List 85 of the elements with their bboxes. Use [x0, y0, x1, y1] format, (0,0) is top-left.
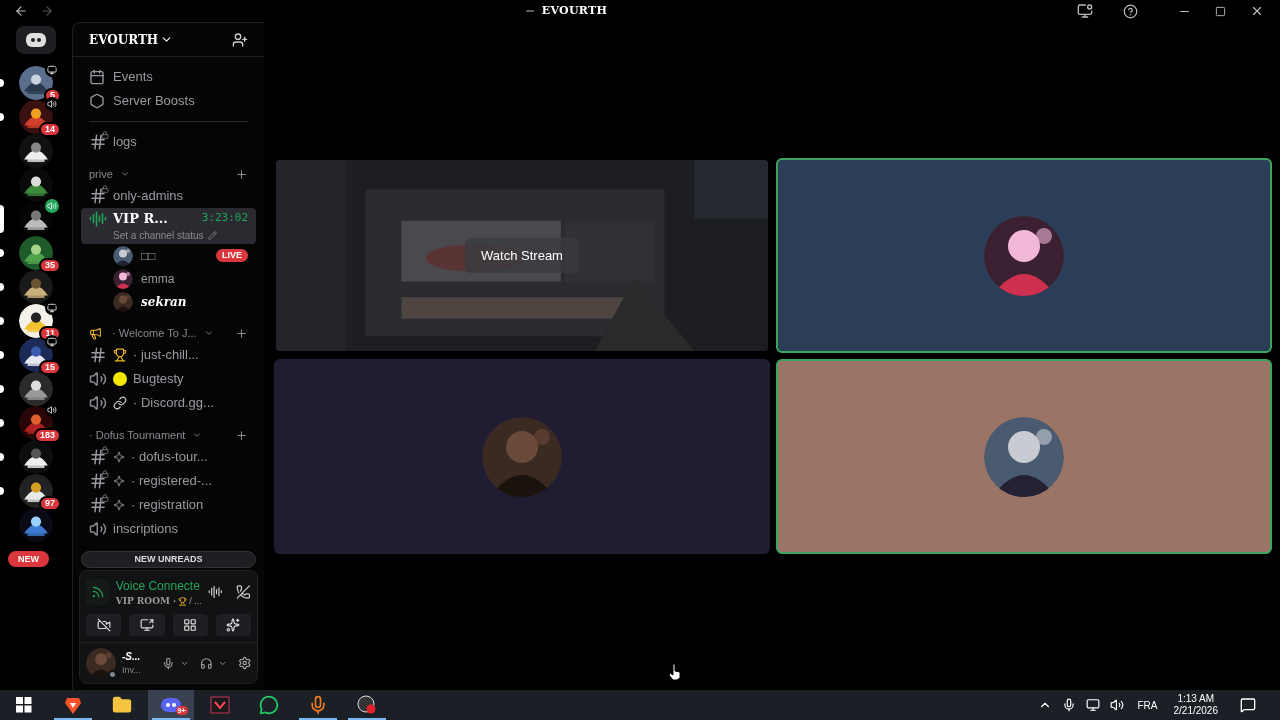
user-name[interactable]: -S... — [122, 648, 156, 664]
maximize-icon[interactable] — [1215, 5, 1226, 17]
screen-record-icon[interactable] — [1077, 3, 1093, 19]
network-icon[interactable] — [1085, 698, 1100, 712]
headphones-icon[interactable] — [199, 655, 213, 671]
grid-icon — [183, 618, 198, 632]
channel-item[interactable]: only-admins — [81, 184, 256, 208]
megaphone-icon — [89, 326, 102, 340]
channel-status[interactable]: Set a channel status — [113, 228, 204, 244]
boost-icon — [89, 93, 105, 109]
participant-tile[interactable] — [776, 158, 1272, 353]
voice-status[interactable]: Voice Connecte — [115, 576, 202, 595]
settings-icon[interactable] — [237, 655, 251, 671]
folder-icon — [111, 695, 132, 715]
sparkles-icon — [226, 618, 241, 632]
language-indicator[interactable]: FRA — [1137, 697, 1158, 713]
record-icon — [356, 695, 377, 715]
disconnect-icon[interactable] — [236, 584, 251, 601]
voice-channel[interactable]: VIP R... 3:23:02 Set a channel status — [81, 208, 256, 244]
channel-item[interactable]: · registration — [81, 493, 256, 517]
forward-icon[interactable] — [40, 4, 54, 18]
back-icon[interactable] — [14, 4, 28, 18]
voice-room-suffix: / ... — [189, 594, 202, 608]
circle-emoji-icon — [113, 372, 127, 386]
live-badge: LIVE — [216, 249, 248, 262]
screen-share-button[interactable] — [129, 614, 165, 636]
link-icon — [113, 396, 127, 410]
calendar-icon — [89, 69, 105, 85]
add-channel-icon[interactable] — [235, 167, 248, 181]
sidebar-link[interactable]: Server Boosts — [81, 89, 256, 113]
close-icon[interactable] — [1250, 4, 1264, 18]
server-name[interactable]: EVOURTH — [89, 30, 159, 49]
channel-item[interactable]: · just-chill... — [81, 343, 256, 367]
sparkle-icon — [113, 475, 125, 487]
activities-button[interactable] — [172, 614, 208, 636]
clock-date[interactable]: 2/21/2026 — [1173, 705, 1218, 717]
v-logo-icon — [209, 695, 230, 715]
voice-channel[interactable]: inscriptions — [81, 517, 256, 541]
signal-icon — [90, 585, 105, 600]
stream-tile[interactable]: Watch Stream — [274, 158, 770, 353]
window-title: EVOURTH — [541, 2, 608, 19]
category-header[interactable]: · Welcome To J... — [112, 324, 197, 342]
voice-user-name[interactable]: □□ — [141, 246, 156, 265]
chat-bubble-icon — [258, 695, 279, 715]
discord-home-button[interactable] — [16, 26, 56, 54]
help-icon[interactable] — [1123, 3, 1138, 19]
notifications-icon[interactable] — [1240, 697, 1256, 713]
microphone-icon[interactable] — [1061, 698, 1076, 712]
trophy-icon — [113, 348, 127, 362]
windows-logo-icon — [16, 697, 32, 713]
add-channel-icon[interactable] — [235, 428, 248, 442]
voice-channel[interactable]: · Discord.gg... — [81, 391, 256, 415]
user-status: Inv... — [122, 663, 142, 677]
sparkle-icon — [113, 499, 125, 511]
call-timer: 3:23:02 — [201, 210, 248, 227]
volume-icon[interactable] — [1109, 698, 1124, 712]
voice-channel[interactable]: Bugtesty — [81, 367, 256, 391]
trophy-icon — [178, 596, 188, 606]
new-badge: NEW — [8, 551, 49, 567]
hand-cursor-icon — [668, 663, 682, 681]
invite-icon[interactable] — [232, 31, 248, 48]
category-header[interactable]: prive — [89, 165, 113, 183]
discord-logo-icon — [25, 32, 47, 48]
camera-off-icon — [96, 618, 111, 632]
clock-time[interactable]: 1:13 AM — [1177, 693, 1215, 705]
sidebar-link[interactable]: Events — [81, 65, 256, 89]
screen-share-icon — [139, 618, 154, 632]
lion-shield-icon — [62, 695, 83, 715]
participant-tile[interactable] — [274, 359, 770, 554]
soundboard-button[interactable] — [215, 614, 251, 636]
noise-suppression-icon[interactable] — [207, 584, 223, 601]
channel-item[interactable]: · registered-... — [81, 469, 256, 493]
camera-off-button[interactable] — [86, 614, 122, 636]
watch-stream-button[interactable]: Watch Stream — [465, 237, 579, 274]
participant-tile[interactable] — [776, 359, 1272, 554]
voice-user-name[interactable]: emma — [141, 269, 175, 288]
channel-item[interactable]: logs — [81, 130, 256, 154]
category-header[interactable]: · Dofus Tournament — [89, 426, 186, 444]
add-channel-icon[interactable] — [235, 326, 248, 340]
microphone-icon[interactable] — [161, 655, 175, 671]
voice-room-name[interactable]: VIP ROOM · — [115, 594, 177, 608]
sparkle-icon — [113, 451, 125, 463]
channel-item[interactable]: · dofus-tour... — [81, 445, 256, 469]
voice-user-name[interactable]: sekran — [141, 292, 187, 311]
new-unreads-pill[interactable]: NEW UNREADS — [81, 551, 256, 568]
